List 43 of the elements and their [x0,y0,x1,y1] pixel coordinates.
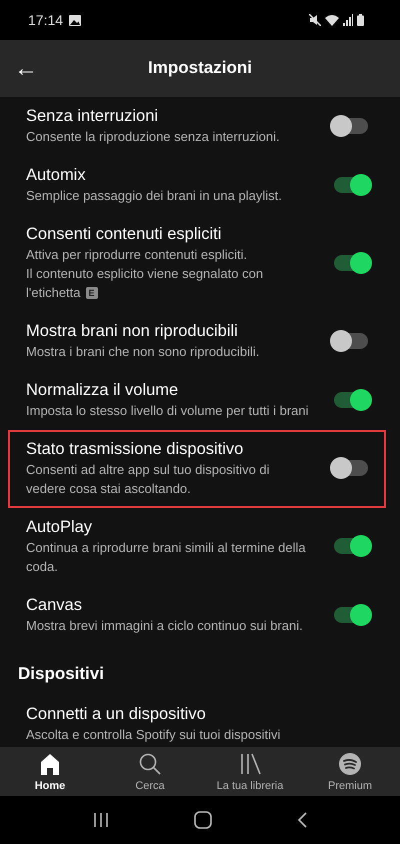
description-line: Il contenuto esplicito viene segnalato con [26,266,264,281]
back-icon [297,812,308,828]
page-title: Impostazioni [148,58,252,79]
home-icon [39,753,61,775]
description-line: coda. [26,559,58,574]
premium-icon [339,753,361,775]
search-icon [139,753,161,775]
setting-title: AutoPlay [26,517,94,538]
status-time: 17:14 [28,10,64,30]
image-icon [69,14,82,26]
setting-title: Mostra brani non riproducibili [26,321,239,342]
description-line: vedere cosa stai ascoltando. [26,481,191,496]
setting-title: Canvas [26,595,83,616]
setting-title: Consenti contenuti espliciti [26,224,222,245]
description-line: l'etichetta [26,285,81,300]
setting-title: Stato trasmissione dispositivo [26,439,244,460]
description-line: Attiva per riprodurre contenuti espliciti. [26,247,248,262]
description-line: Mostra i brani che non sono riproducibili. [26,344,260,359]
library-icon [239,753,261,775]
setting-title: Senza interruzioni [26,106,160,127]
description-line: Continua a riprodurre brani simili al termine della [26,540,306,555]
description-line: Consenti ad altre app sul tuo dispositivo di [26,462,270,477]
home-button-icon [194,811,212,829]
description-line: Imposta lo stesso livello di volume per tutti i brani [26,403,309,418]
description-line: Ascolta e controlla Spotify sui tuoi dispositivi [26,726,280,742]
setting-title: Automix [26,165,87,186]
nav-tab[interactable]: Cerca [100,747,200,796]
mute-icon [309,14,321,26]
setting-title: Normalizza il volume [26,380,180,401]
recent-apps-icon [92,812,109,828]
nav-tab[interactable]: La tua libreria [200,747,300,796]
description-line: Consente la riproduzione senza interruzioni. [26,129,280,144]
battery-icon [357,14,364,26]
nav-tab[interactable]: Premium [300,747,400,796]
wifi-icon [325,14,339,26]
signal-icon [343,14,353,26]
explicit-badge: E [86,287,98,299]
setting-title: Connetti a un dispositivo [26,704,207,724]
nav-tab[interactable]: Home [0,747,100,796]
section-heading: Dispositivi [17,663,105,685]
back-button[interactable]: ← [4,56,48,80]
description-line: Mostra brevi immagini a ciclo continuo sui brani. [26,618,303,633]
description-line: Semplice passaggio dei brani in una playlist. [26,188,282,203]
